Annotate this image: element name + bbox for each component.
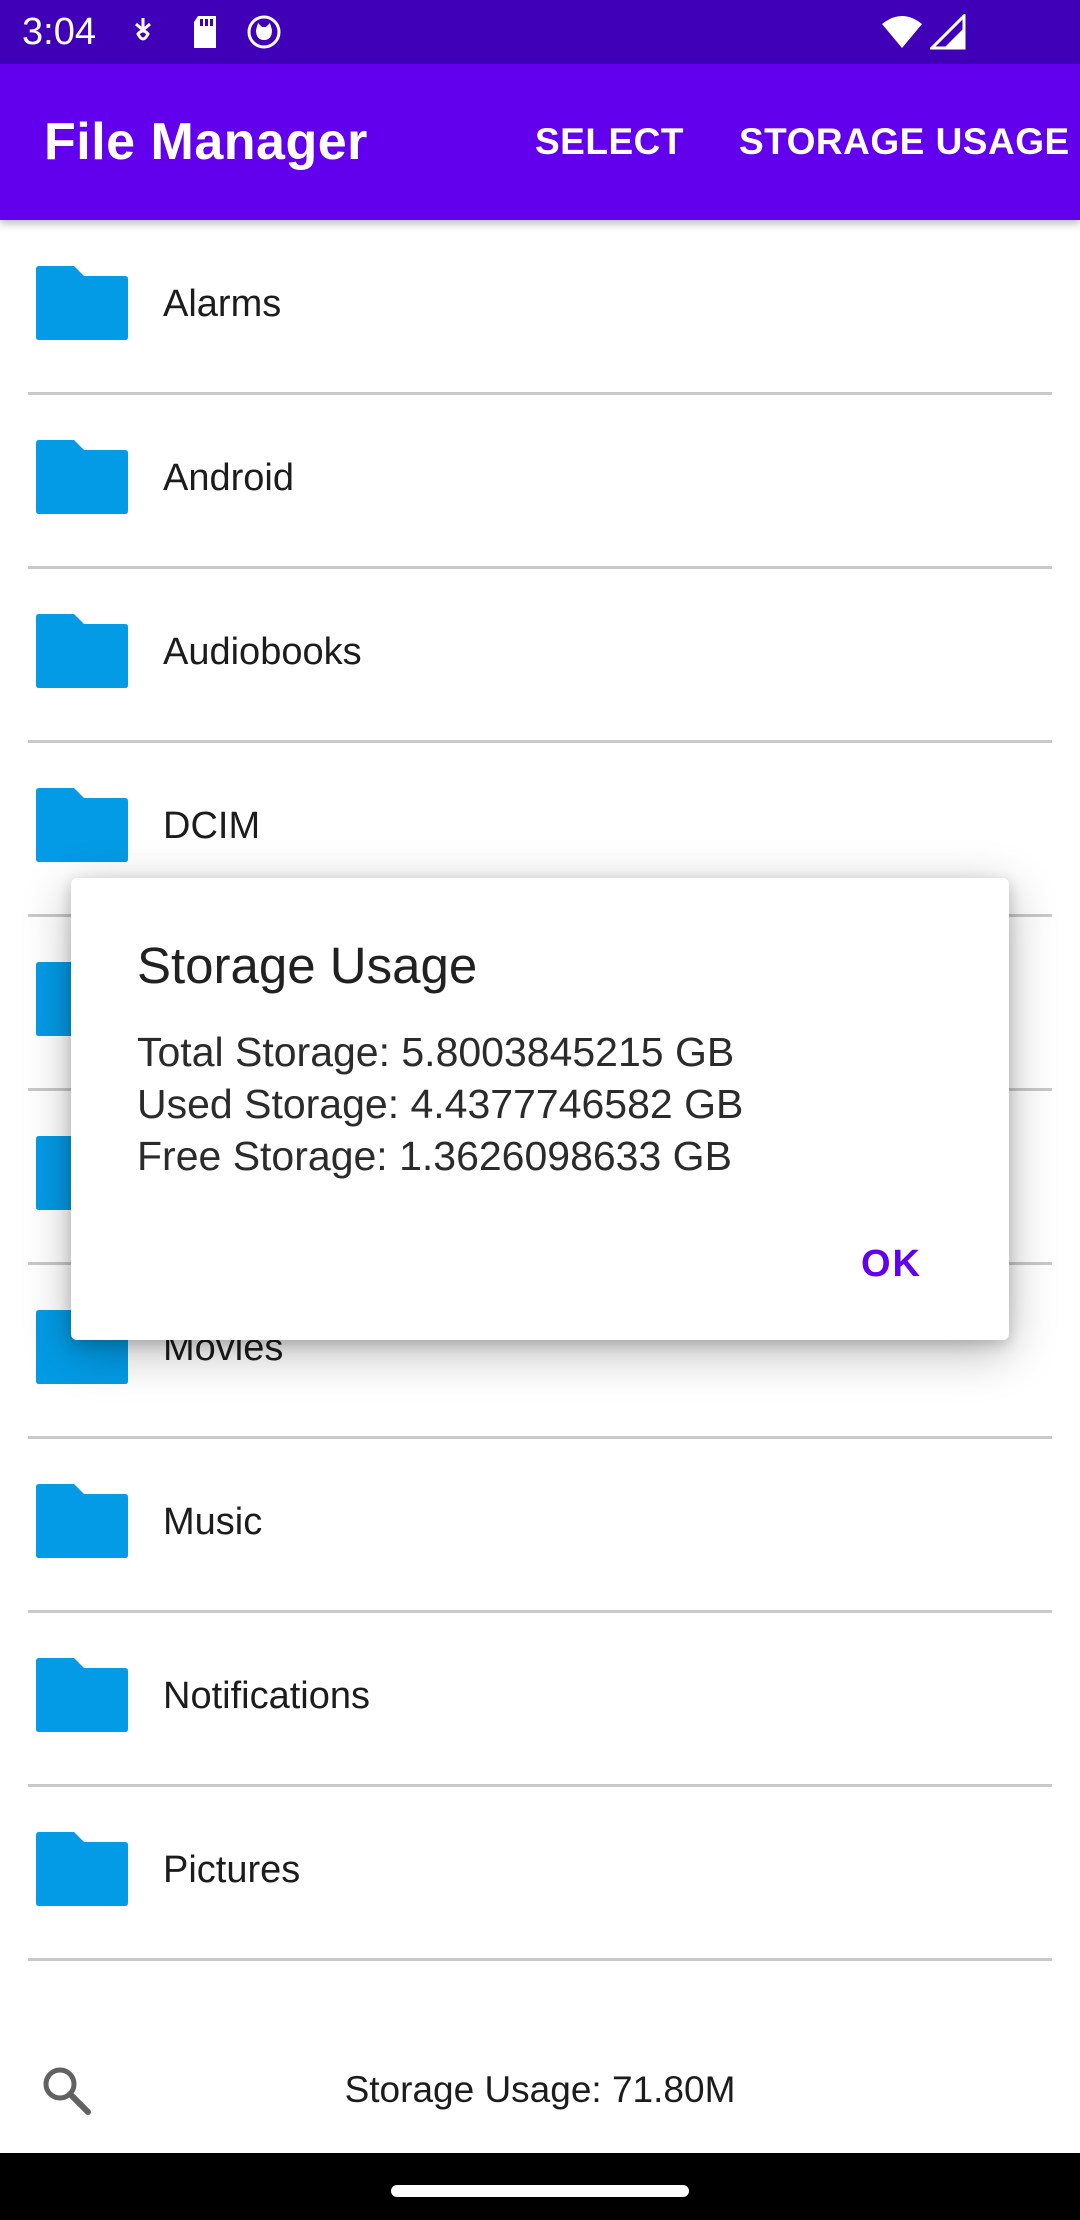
dialog-title: Storage Usage	[137, 937, 478, 994]
folder-label: Audiobooks	[163, 631, 362, 673]
folder-label: Music	[163, 1501, 263, 1543]
used-storage-text: Used Storage: 4.4377746582 GB	[137, 1081, 744, 1127]
folder-label: DCIM	[163, 805, 261, 847]
folder-label: Notifications	[163, 1675, 370, 1717]
status-time: 3:04	[22, 11, 96, 53]
notification-icon	[128, 14, 158, 55]
folder-item-alarms[interactable]: Alarms	[0, 220, 1080, 395]
folder-icon	[36, 614, 128, 688]
storage-usage-button[interactable]: STORAGE USAGE	[739, 118, 1070, 166]
divider	[28, 1958, 1052, 1961]
folder-item-audiobooks[interactable]: Audiobooks	[0, 568, 1080, 743]
folder-item-music[interactable]: Music	[0, 1438, 1080, 1613]
folder-item-pictures[interactable]: Pictures	[0, 1786, 1080, 1961]
free-storage-text: Free Storage: 1.3626098633 GB	[137, 1133, 732, 1179]
signal-icon	[928, 12, 966, 55]
cat-face-icon	[246, 14, 282, 55]
folder-label: Alarms	[163, 283, 282, 325]
folder-icon	[36, 266, 128, 340]
folder-icon	[36, 788, 128, 862]
folder-item-android[interactable]: Android	[0, 394, 1080, 569]
storage-usage-text: Storage Usage: 71.80M	[344, 2069, 736, 2110]
folder-label: Android	[163, 457, 294, 499]
select-button[interactable]: SELECT	[535, 118, 684, 166]
wifi-icon	[880, 14, 924, 55]
app-bar: File Manager SELECT STORAGE USAGE	[0, 64, 1080, 220]
ok-button[interactable]: OK	[861, 1240, 922, 1288]
storage-usage-dialog: Storage Usage Total Storage: 5.800384521…	[71, 878, 1009, 1340]
app-title: File Manager	[44, 113, 368, 171]
folder-icon	[36, 1658, 128, 1732]
screen: 3:04 File Manager SELECT STORAGE USAGE A…	[0, 0, 1080, 2220]
folder-icon	[36, 1484, 128, 1558]
navigation-bar	[0, 2153, 1080, 2220]
sd-card-icon	[190, 14, 220, 55]
folder-icon	[36, 440, 128, 514]
total-storage-text: Total Storage: 5.8003845215 GB	[137, 1029, 735, 1075]
bottom-bar: Storage Usage: 71.80M	[0, 2030, 1080, 2150]
home-handle[interactable]	[391, 2185, 689, 2197]
folder-item-notifications[interactable]: Notifications	[0, 1612, 1080, 1787]
folder-icon	[36, 1832, 128, 1906]
status-bar: 3:04	[0, 0, 1080, 64]
folder-label: Pictures	[163, 1849, 301, 1891]
